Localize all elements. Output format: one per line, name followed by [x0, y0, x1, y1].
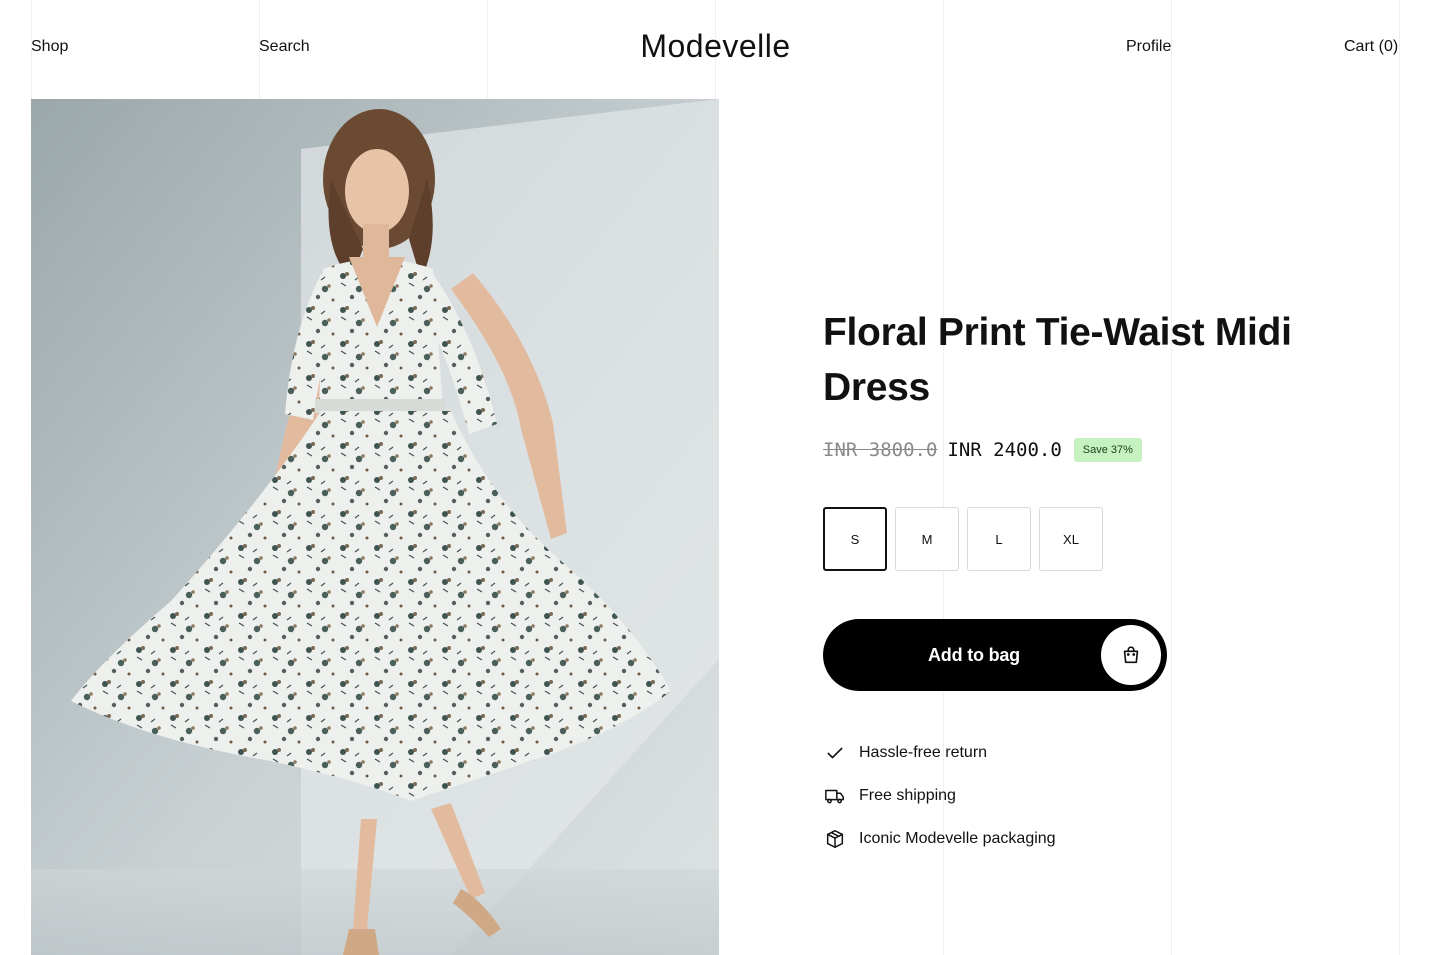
check-icon [823, 741, 847, 765]
feature-text: Iconic Modevelle packaging [859, 829, 1056, 847]
nav-cart-link[interactable]: Cart (0) [1344, 38, 1398, 56]
product-image [31, 99, 719, 955]
nav-search-link[interactable]: Search [259, 38, 310, 56]
product-details: Floral Print Tie-Waist Midi Dress INR 38… [823, 305, 1343, 860]
shopping-bag-icon [1101, 625, 1161, 685]
price-row: INR 3800.0 INR 2400.0 Save 37% [823, 435, 1343, 465]
discount-badge: Save 37% [1073, 438, 1142, 462]
size-option-l[interactable]: L [967, 507, 1031, 571]
size-option-s[interactable]: S [823, 507, 887, 571]
nav-profile-link[interactable]: Profile [1126, 38, 1171, 56]
feature-item: Iconic Modevelle packaging [823, 817, 1343, 860]
nav-shop-link[interactable]: Shop [31, 38, 68, 56]
truck-icon [823, 784, 847, 808]
add-to-bag-button[interactable]: Add to bag [823, 619, 1167, 691]
box-icon [823, 827, 847, 851]
add-to-bag-label: Add to bag [928, 644, 1020, 665]
current-price: INR 2400.0 [947, 439, 1062, 461]
size-option-m[interactable]: M [895, 507, 959, 571]
brand-logo-container: Modevelle [0, 28, 1431, 65]
feature-list: Hassle-free return Free shipping Iconic … [823, 731, 1343, 860]
feature-item: Free shipping [823, 774, 1343, 817]
feature-text: Hassle-free return [859, 743, 988, 761]
size-selector: S M L XL [823, 507, 1343, 571]
grid-line [1399, 0, 1400, 955]
original-price: INR 3800.0 [823, 439, 938, 461]
feature-item: Hassle-free return [823, 731, 1343, 774]
brand-logo[interactable]: Modevelle [640, 28, 790, 64]
product-title: Floral Print Tie-Waist Midi Dress [823, 311, 1292, 409]
feature-text: Free shipping [859, 786, 956, 804]
size-option-xl[interactable]: XL [1039, 507, 1103, 571]
